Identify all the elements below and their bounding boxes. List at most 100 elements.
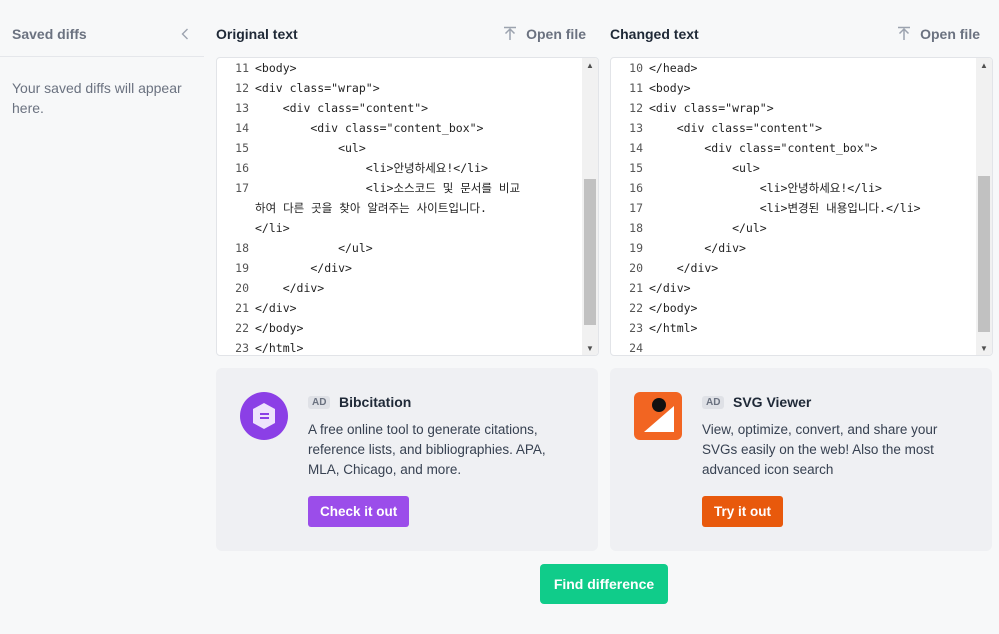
original-scroll-thumb[interactable] — [584, 179, 596, 325]
original-open-file-button[interactable]: Open file — [502, 26, 586, 42]
code-line: 13 <div class="content"> — [611, 118, 976, 138]
ad-card-bibcitation[interactable]: AD Bibcitation A free online tool to gen… — [216, 368, 598, 551]
code-line: 13 <div class="content"> — [217, 98, 582, 118]
line-text: <ul> — [649, 161, 760, 175]
line-text: </div> — [255, 261, 352, 275]
line-number: 15 — [235, 141, 249, 155]
scroll-down-icon[interactable]: ▼ — [582, 341, 598, 355]
code-line: 18 </ul> — [611, 218, 976, 238]
line-text: </div> — [649, 241, 746, 255]
ad-badge: AD — [702, 396, 725, 409]
try-it-out-button[interactable]: Try it out — [702, 496, 783, 527]
line-text: <div class="content"> — [255, 101, 429, 115]
original-title: Original text — [216, 26, 298, 42]
code-line: 22 </body> — [611, 298, 976, 318]
line-number: 24 — [629, 341, 643, 355]
code-line: 23 </html> — [217, 338, 582, 355]
line-text: </div> — [649, 281, 691, 295]
line-number: 20 — [235, 281, 249, 295]
changed-text-editor[interactable]: 10 </head> 11 <body> 12 <div class="wrap"> 13 … — [610, 57, 993, 356]
code-line: 14 <div class="content_box"> — [611, 138, 976, 158]
original-text-editor[interactable]: 11 <body> 12 <div class="wrap"> 13 <div clas… — [216, 57, 599, 356]
code-line: 15 <ul> — [217, 138, 582, 158]
code-line: 19 </div> — [611, 238, 976, 258]
line-text: <div class="wrap"> — [649, 101, 774, 115]
saved-diffs-sidebar: Saved diffs Your saved diffs will appear… — [0, 0, 204, 634]
scroll-up-icon[interactable]: ▲ — [976, 58, 992, 72]
ad-description: A free online tool to generate citations… — [308, 422, 546, 477]
line-text: <div class="content"> — [649, 121, 823, 135]
code-line: 21 </div> — [217, 298, 582, 318]
line-number: 14 — [235, 121, 249, 135]
line-text: <li>소스코드 및 문서를 비교 — [255, 181, 521, 195]
original-scrollbar[interactable]: ▲ ▼ — [582, 58, 598, 355]
line-number: 11 — [629, 81, 643, 95]
code-line: 12 <div class="wrap"> — [611, 98, 976, 118]
line-number: 12 — [629, 101, 643, 115]
line-number: 11 — [235, 61, 249, 75]
line-text: <div class="wrap"> — [255, 81, 380, 95]
line-text: <div class="content_box"> — [649, 141, 878, 155]
line-number: 19 — [629, 241, 643, 255]
line-number: 12 — [235, 81, 249, 95]
line-text: 하여 다른 곳을 찾아 알려주는 사이트입니다. — [255, 201, 487, 215]
line-number: 23 — [235, 341, 249, 355]
sidebar-empty-message: Your saved diffs will appear here. — [12, 80, 182, 116]
changed-scroll-thumb[interactable] — [978, 176, 990, 332]
changed-open-file-label: Open file — [920, 26, 980, 42]
line-text: </body> — [255, 321, 304, 335]
line-number: 22 — [629, 301, 643, 315]
line-text: </html> — [649, 321, 698, 335]
line-number: 14 — [629, 141, 643, 155]
line-text: </div> — [255, 301, 297, 315]
line-text: </div> — [649, 261, 719, 275]
check-it-out-button[interactable]: Check it out — [308, 496, 410, 527]
scroll-up-icon[interactable]: ▲ — [582, 58, 598, 72]
find-difference-button[interactable]: Find difference — [540, 564, 668, 604]
code-line: 24 — [611, 338, 976, 355]
line-number: 23 — [629, 321, 643, 335]
ad-card-svg-viewer[interactable]: AD SVG Viewer View, optimize, convert, a… — [610, 368, 992, 551]
changed-open-file-button[interactable]: Open file — [896, 26, 980, 42]
line-text: </html> — [255, 341, 304, 355]
line-text: </ul> — [649, 221, 767, 235]
code-line: 19 </div> — [217, 258, 582, 278]
original-code-lines: 11 <body> 12 <div class="wrap"> 13 <div clas… — [217, 58, 582, 355]
line-number: 22 — [235, 321, 249, 335]
line-text: </div> — [255, 281, 325, 295]
sidebar-divider — [0, 56, 204, 57]
ad-name: Bibcitation — [339, 394, 412, 410]
line-number: 13 — [235, 101, 249, 115]
line-number: 20 — [629, 261, 643, 275]
code-line: 15 <ul> — [611, 158, 976, 178]
ad-name: SVG Viewer — [733, 394, 812, 410]
scroll-down-icon[interactable]: ▼ — [976, 341, 992, 355]
upload-icon — [504, 26, 517, 40]
line-text: </li> — [255, 221, 290, 235]
original-pane-header: Original text Open file — [216, 24, 586, 44]
citation-icon — [240, 392, 288, 440]
chevron-left-icon[interactable] — [178, 27, 192, 41]
changed-title: Changed text — [610, 26, 699, 42]
code-line: 21 </div> — [611, 278, 976, 298]
code-line: 하여 다른 곳을 찾아 알려주는 사이트입니다. — [217, 198, 582, 218]
line-text: <li>안녕하세요!</li> — [649, 181, 882, 195]
code-line: 11 <body> — [217, 58, 582, 78]
line-text: <ul> — [255, 141, 366, 155]
line-text: <div class="content_box"> — [255, 121, 484, 135]
code-line: 17 <li>변경된 내용입니다.</li> — [611, 198, 976, 218]
line-number: 21 — [235, 301, 249, 315]
code-line: 22 </body> — [217, 318, 582, 338]
code-line: 10 </head> — [611, 58, 976, 78]
sidebar-header: Saved diffs — [12, 24, 192, 44]
upload-icon — [898, 26, 911, 40]
line-text: <li>안녕하세요!</li> — [255, 161, 488, 175]
code-line: 16 <li>안녕하세요!</li> — [611, 178, 976, 198]
code-line: 16 <li>안녕하세요!</li> — [217, 158, 582, 178]
line-number — [217, 218, 255, 238]
line-number: 16 — [629, 181, 643, 195]
changed-scrollbar[interactable]: ▲ ▼ — [976, 58, 992, 355]
line-text: <li>변경된 내용입니다.</li> — [649, 201, 921, 215]
ad-description: View, optimize, convert, and share your … — [702, 422, 938, 477]
line-text: <body> — [649, 81, 691, 95]
